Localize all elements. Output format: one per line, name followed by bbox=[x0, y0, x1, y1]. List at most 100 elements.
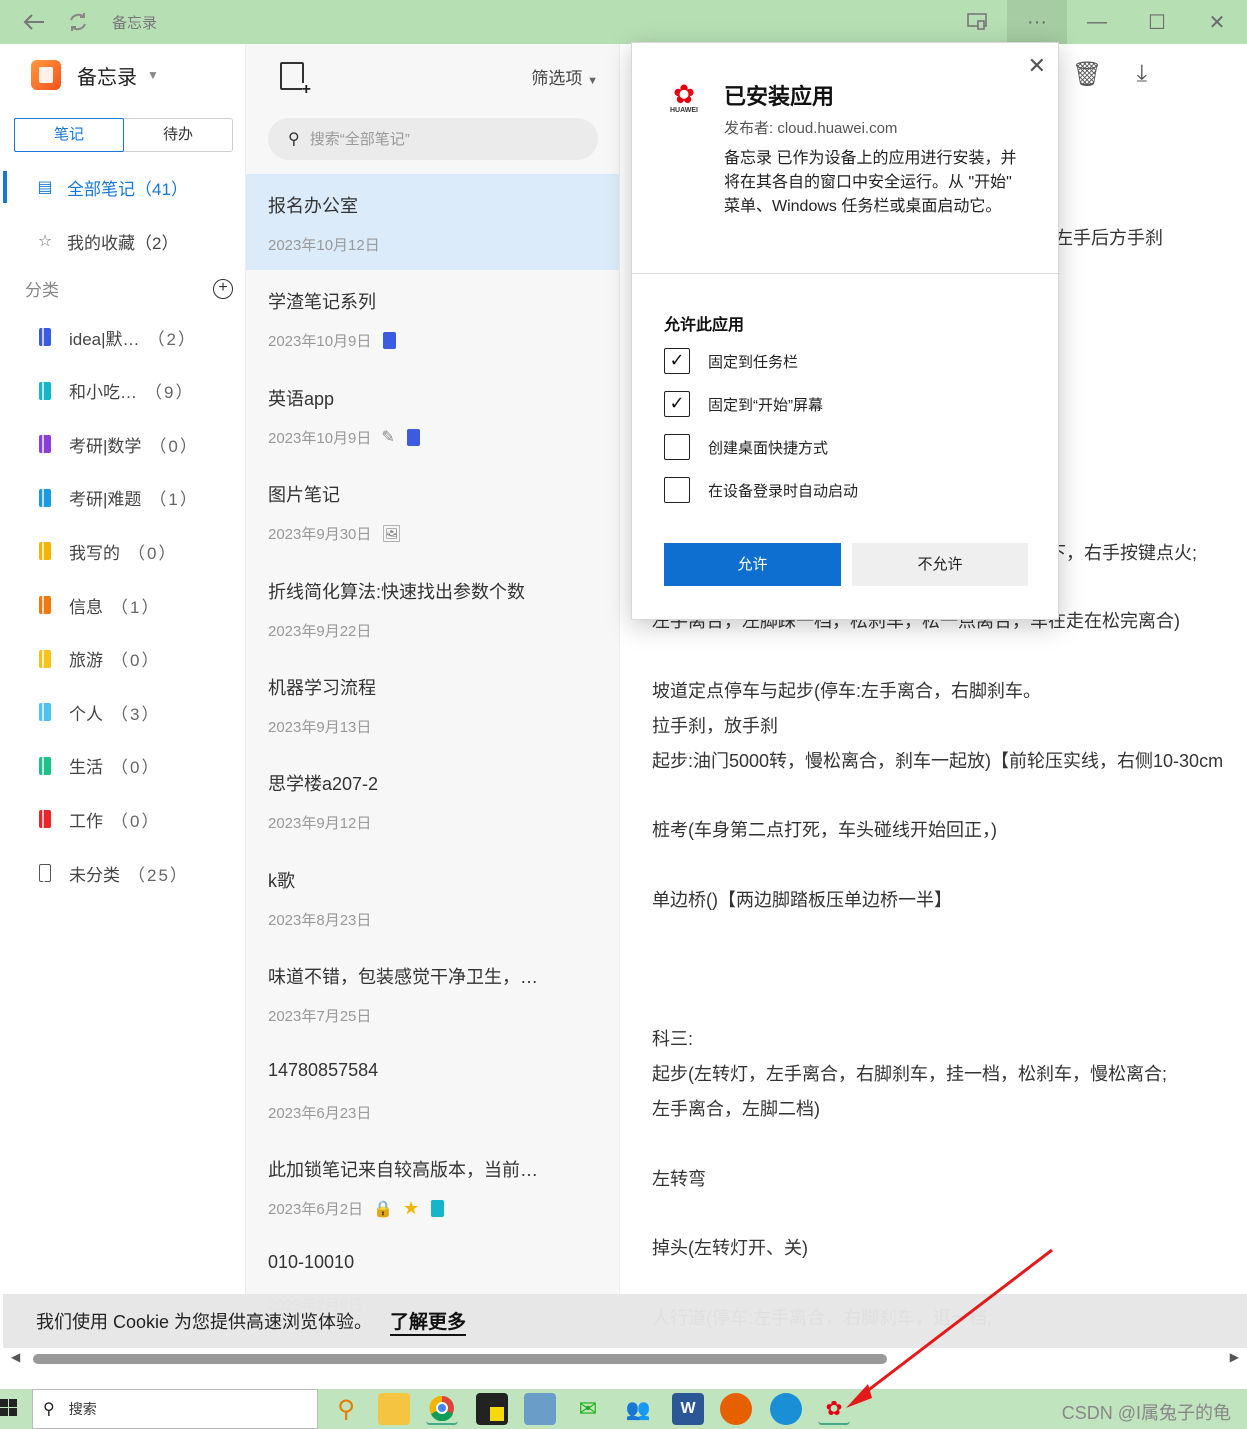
category-item[interactable]: 未分类 （25） bbox=[3, 853, 245, 893]
maximize-button[interactable]: ☐ bbox=[1127, 0, 1187, 44]
note-date: 2023年10月9日 bbox=[268, 333, 372, 351]
option-checkbox[interactable]: ✓ 固定到任务栏 bbox=[664, 348, 798, 374]
category-count: （25） bbox=[128, 865, 189, 885]
content-toolbar: 🗑 ⤓ bbox=[1072, 60, 1147, 89]
close-dialog-button[interactable]: ✕ bbox=[1028, 53, 1046, 79]
cookie-banner: 我们使用 Cookie 为您提供高速浏览体验。 了解更多 bbox=[3, 1294, 1247, 1348]
minimize-icon: — bbox=[1087, 10, 1107, 33]
category-label: 考研|难题 bbox=[69, 490, 142, 510]
checkbox-checked-icon[interactable]: ✓ bbox=[664, 348, 690, 374]
back-button[interactable] bbox=[12, 0, 56, 44]
note-list-item[interactable]: 14780857584 2023年6月23日 bbox=[246, 1042, 620, 1138]
note-status-icon: ✎ bbox=[381, 429, 395, 447]
caret-down-icon: ▼ bbox=[147, 68, 159, 82]
filter-dropdown[interactable]: 筛选项 ▼ bbox=[531, 64, 598, 89]
download-icon[interactable]: ⤓ bbox=[1136, 60, 1147, 89]
note-meta: 2023年10月12日 bbox=[268, 234, 380, 255]
note-date: 2023年10月12日 bbox=[268, 237, 380, 254]
huawei-notes-icon[interactable]: ✿ bbox=[818, 1393, 850, 1425]
option-label: 固定到“开始”屏幕 bbox=[708, 396, 823, 414]
category-count: （0） bbox=[111, 758, 161, 778]
category-item[interactable]: 工作 （0） bbox=[3, 799, 245, 839]
option-checkbox[interactable]: ✓ 固定到“开始”屏幕 bbox=[664, 391, 823, 417]
content-line: 左转弯 bbox=[652, 1169, 706, 1189]
word-icon[interactable]: W bbox=[672, 1393, 704, 1425]
file-explorer-icon[interactable] bbox=[378, 1393, 410, 1425]
category-count: （9） bbox=[145, 383, 195, 403]
category-item[interactable]: 信息 （1） bbox=[3, 585, 245, 625]
category-item[interactable]: 个人 （3） bbox=[3, 692, 245, 732]
checkbox-empty-icon[interactable] bbox=[664, 477, 690, 503]
taskbar-search-label: 搜索 bbox=[68, 1401, 97, 1417]
note-list-item[interactable]: k歌 2023年8月23日 bbox=[246, 849, 620, 945]
checkbox-empty-icon[interactable] bbox=[664, 434, 690, 460]
sticky-notes-icon[interactable] bbox=[476, 1393, 508, 1425]
note-title: 机器学习流程 bbox=[268, 678, 376, 698]
wechat-icon[interactable]: ✉ bbox=[572, 1393, 604, 1425]
taskbar-search[interactable]: ⚲ 搜索 bbox=[32, 1389, 318, 1429]
close-window-button[interactable]: ✕ bbox=[1187, 0, 1247, 44]
search-box[interactable]: ⚲ bbox=[268, 118, 598, 160]
scrollbar-thumb[interactable] bbox=[33, 1354, 887, 1364]
cast-button[interactable] bbox=[947, 0, 1007, 44]
category-item[interactable]: 和小吃… （9） bbox=[3, 371, 245, 411]
category-item[interactable]: 我写的 （0） bbox=[3, 531, 245, 571]
option-checkbox[interactable]: 创建桌面快捷方式 bbox=[664, 434, 828, 460]
category-label: 我写的 bbox=[69, 543, 120, 563]
windows-start-icon[interactable] bbox=[0, 1399, 18, 1417]
category-count: （0） bbox=[149, 436, 199, 456]
minimize-button[interactable]: — bbox=[1067, 0, 1127, 44]
content-line: 左手后方手刹 bbox=[1055, 228, 1163, 248]
horizontal-scrollbar[interactable]: ◀ ▶ bbox=[3, 1348, 1247, 1368]
allow-button[interactable]: 允许 bbox=[664, 543, 841, 586]
note-meta: 2023年9月12日 bbox=[268, 812, 371, 833]
learn-more-link[interactable]: 了解更多 bbox=[390, 1307, 467, 1336]
add-category-icon[interactable]: + bbox=[213, 278, 233, 299]
search-input[interactable] bbox=[309, 130, 570, 148]
scroll-left-icon[interactable]: ◀ bbox=[11, 1350, 20, 1364]
note-list-item[interactable]: 思学楼a207-2 2023年9月12日 bbox=[246, 752, 620, 848]
content-line: 左手离合，左脚二档) bbox=[652, 1099, 820, 1119]
arrow-left-icon bbox=[23, 14, 44, 30]
option-label: 创建桌面快捷方式 bbox=[708, 439, 829, 457]
contacts-icon[interactable]: 👥 bbox=[622, 1393, 654, 1425]
firefox-icon[interactable] bbox=[720, 1393, 752, 1425]
note-list-item[interactable]: 机器学习流程 2023年9月13日 bbox=[246, 656, 620, 752]
new-note-icon[interactable] bbox=[280, 62, 311, 97]
category-item[interactable]: idea|默… （2） bbox=[3, 317, 245, 357]
note-list-item[interactable]: 折线简化算法:快速找出参数个数 2023年9月22日 bbox=[246, 560, 620, 656]
category-label: 工作 bbox=[69, 811, 103, 831]
search-app-icon[interactable]: ⚲ bbox=[330, 1393, 362, 1425]
scroll-right-icon[interactable]: ▶ bbox=[1230, 1350, 1239, 1364]
category-item[interactable]: 旅游 （0） bbox=[3, 639, 245, 679]
app-brand[interactable]: 备忘录 ▼ bbox=[31, 60, 159, 90]
category-item[interactable]: 考研|数学 （0） bbox=[3, 424, 245, 464]
note-list-item[interactable]: 报名办公室 2023年10月12日 bbox=[246, 174, 620, 270]
category-count: （2） bbox=[147, 329, 198, 349]
refresh-button[interactable] bbox=[56, 0, 100, 44]
trash-icon[interactable]: 🗑 bbox=[1072, 60, 1102, 89]
nav-all-notes[interactable]: ▤ 全部笔记（41） bbox=[3, 167, 245, 207]
tab-notes[interactable]: 笔记 bbox=[14, 118, 124, 152]
note-list-item[interactable]: 味道不错，包装感觉干净卫生，… 2023年7月25日 bbox=[246, 945, 620, 1041]
chrome-icon[interactable] bbox=[426, 1393, 458, 1425]
category-label: 和小吃… bbox=[69, 383, 137, 403]
nav-favorites[interactable]: ☆ 我的收藏（2） bbox=[3, 221, 245, 261]
category-item[interactable]: 考研|难题 （1） bbox=[3, 478, 245, 518]
note-list-item[interactable]: 英语app 2023年10月9日 ✎ bbox=[246, 367, 620, 463]
app-icon[interactable] bbox=[524, 1393, 556, 1425]
note-list-item[interactable]: 学渣笔记系列 2023年10月9日 bbox=[246, 270, 620, 366]
option-checkbox[interactable]: 在设备登录时自动启动 bbox=[664, 477, 858, 503]
more-button[interactable]: ··· bbox=[1007, 0, 1067, 44]
taskbar: ⚲ 搜索 ⚲ ✉ 👥 W ✿ CSDN @I属兔子的龟 bbox=[0, 1389, 1247, 1429]
note-list-item[interactable]: 图片笔记 2023年9月30日 🖼 bbox=[246, 463, 620, 559]
deny-button[interactable]: 不允许 bbox=[852, 543, 1028, 586]
edge-icon[interactable] bbox=[770, 1393, 802, 1425]
content-line: 拉手刹，放手刹 bbox=[652, 716, 778, 736]
maximize-icon: ☐ bbox=[1148, 11, 1166, 34]
note-meta: 2023年8月23日 bbox=[268, 909, 371, 930]
category-item[interactable]: 生活 （0） bbox=[3, 746, 245, 786]
checkbox-checked-icon[interactable]: ✓ bbox=[664, 391, 690, 417]
note-list-item[interactable]: 此加锁笔记来自较高版本，当前… 2023年6月2日 🔒 ★ bbox=[246, 1138, 620, 1234]
tab-todo[interactable]: 待办 bbox=[124, 119, 232, 151]
